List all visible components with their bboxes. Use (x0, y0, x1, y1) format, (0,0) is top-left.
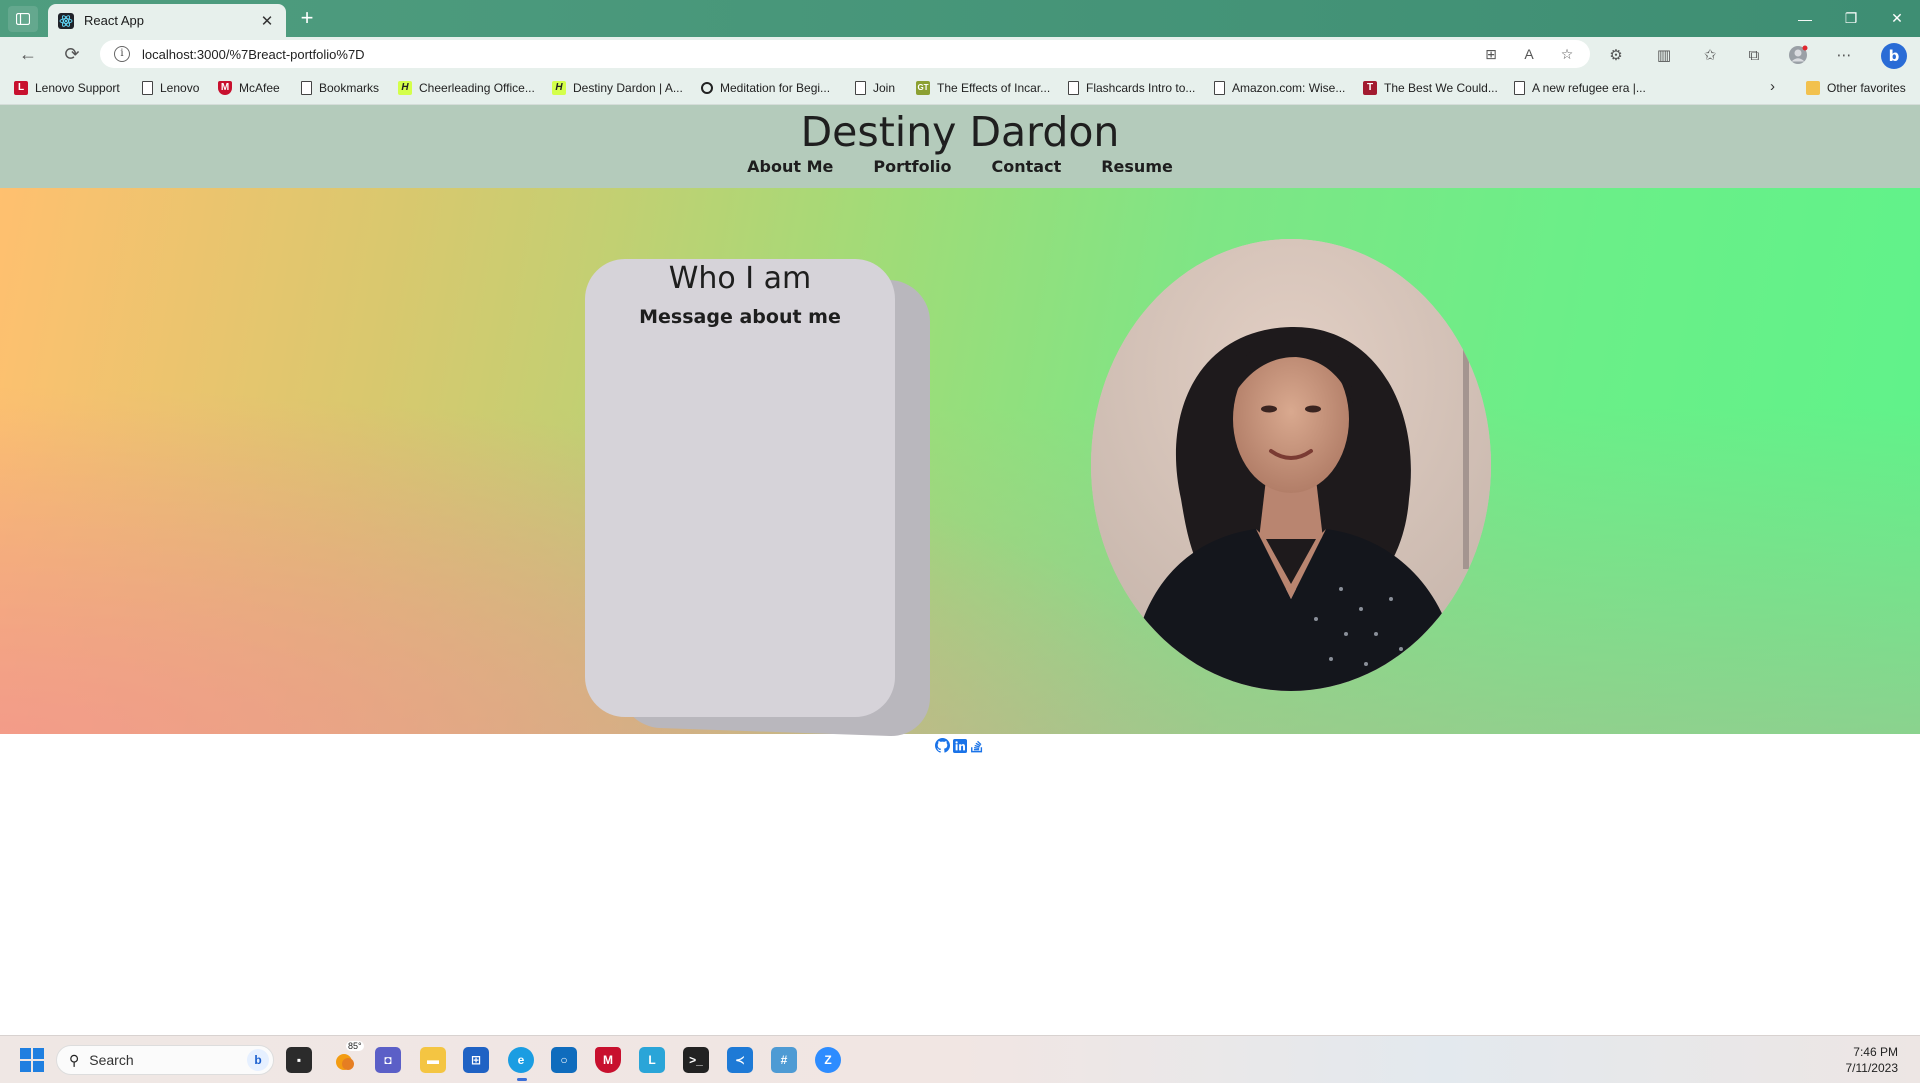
split-screen-icon[interactable]: ▥ (1654, 45, 1674, 65)
bookmark-bookmarks[interactable]: Bookmarks (301, 78, 379, 98)
terminal-icon[interactable]: >_ (683, 1047, 709, 1073)
task-view-icon[interactable]: ▪ (286, 1047, 312, 1073)
bookmark-lenovo[interactable]: Lenovo (142, 78, 199, 98)
nav-resume[interactable]: Resume (1101, 157, 1173, 176)
favorite-star-icon[interactable]: ☆ (1558, 45, 1576, 63)
card-message: Message about me (639, 306, 841, 328)
profile-avatar-icon[interactable] (1788, 45, 1808, 65)
url-text[interactable]: localhost:3000/%7Breact-portfolio%7D (142, 47, 365, 62)
bing-copilot-icon[interactable]: b (1880, 42, 1908, 70)
browser-toolbar: ← ⟳ i localhost:3000/%7Breact-portfolio%… (0, 37, 1920, 71)
bookmark-amazon[interactable]: Amazon.com: Wise... (1214, 78, 1345, 98)
page-icon (855, 81, 866, 95)
site-title: Destiny Dardon (800, 108, 1120, 156)
page-icon (1214, 81, 1225, 95)
mcafee-taskbar-icon[interactable]: M (595, 1047, 621, 1073)
slack-icon[interactable]: # (771, 1047, 797, 1073)
other-favorites[interactable]: Other favorites (1806, 78, 1906, 98)
file-explorer-icon[interactable]: ▬ (420, 1047, 446, 1073)
tab-actions-icon[interactable] (8, 6, 38, 32)
mcafee-shield-icon: M (218, 81, 232, 95)
restore-button[interactable]: ❐ (1828, 0, 1874, 37)
bookmark-best-we-could[interactable]: T The Best We Could... (1363, 78, 1498, 98)
page-icon (301, 81, 312, 95)
tab-close-icon[interactable]: ✕ (258, 12, 276, 30)
linkedin-icon[interactable] (952, 738, 967, 753)
page-icon (1514, 81, 1525, 95)
favorites-icon[interactable]: ✩ (1700, 45, 1720, 65)
search-icon: ⚲ (69, 1051, 80, 1068)
about-hero: Who I am Message about me (0, 188, 1920, 738)
weather-temp: 85° (346, 1041, 364, 1051)
more-options-icon[interactable]: ⋯ (1834, 45, 1854, 65)
site-header: Destiny Dardon About Me Portfolio Contac… (0, 105, 1920, 188)
browser-tab[interactable]: React App ✕ (48, 4, 286, 37)
close-window-button[interactable]: ✕ (1874, 0, 1920, 37)
card-title: Who I am (668, 261, 812, 296)
read-aloud-icon[interactable]: A (1520, 45, 1538, 63)
social-links (935, 738, 984, 753)
browser-title-bar: React App ✕ + — ❐ ✕ (0, 0, 1920, 37)
app-available-icon[interactable]: ⊞ (1482, 45, 1500, 63)
nav-contact[interactable]: Contact (992, 157, 1062, 176)
bookmark-destiny-dardon[interactable]: H Destiny Dardon | A... (552, 78, 683, 98)
bookmark-meditation[interactable]: Meditation for Begi... (701, 78, 830, 98)
minimize-button[interactable]: — (1782, 0, 1828, 37)
bookmark-refugee-era[interactable]: A new refugee era |... (1514, 78, 1646, 98)
bookmark-join[interactable]: Join (855, 78, 895, 98)
new-tab-button[interactable]: + (294, 6, 320, 32)
clock-date: 7/11/2023 (1845, 1061, 1899, 1075)
bookmark-effects-of-incar[interactable]: GT The Effects of Incar... (916, 78, 1050, 98)
address-bar[interactable]: i localhost:3000/%7Breact-portfolio%7D ⊞… (100, 40, 1590, 68)
github-icon[interactable] (935, 738, 950, 753)
extensions-icon[interactable]: ⚙ (1606, 45, 1626, 65)
more-bookmarks-chevron-icon[interactable]: › (1770, 78, 1775, 95)
windows-start-icon[interactable] (20, 1048, 44, 1072)
refresh-icon[interactable]: ⟳ (58, 42, 86, 66)
react-logo-icon (58, 12, 74, 29)
outlook-icon[interactable]: ○ (551, 1047, 577, 1073)
svg-text:b: b (1889, 47, 1900, 65)
darkred-icon: T (1363, 81, 1377, 95)
lime-h-icon: H (552, 81, 566, 95)
bookmark-flashcards[interactable]: Flashcards Intro to... (1068, 78, 1195, 98)
zoom-icon[interactable]: Z (815, 1047, 841, 1073)
bookmark-lenovo-support[interactable]: L Lenovo Support (14, 78, 120, 98)
system-clock[interactable]: 7:46 PM 7/11/2023 (1846, 1044, 1899, 1076)
lenovo-vantage-icon[interactable]: L (639, 1047, 665, 1073)
bookmark-cheerleading[interactable]: H Cheerleading Office... (398, 78, 535, 98)
site-info-icon[interactable]: i (114, 46, 130, 62)
gt-icon: GT (916, 81, 930, 95)
page-icon (142, 81, 153, 95)
edge-browser-icon[interactable]: e (508, 1047, 534, 1081)
clock-time: 7:46 PM (1853, 1045, 1898, 1059)
stackoverflow-icon[interactable] (969, 738, 984, 753)
bookmark-mcafee[interactable]: M McAfee (218, 78, 280, 98)
site-nav: About Me Portfolio Contact Resume (0, 157, 1920, 176)
profile-photo (1091, 239, 1491, 691)
bing-icon: b (247, 1049, 269, 1071)
nav-about-me[interactable]: About Me (747, 157, 833, 176)
microsoft-store-icon[interactable]: ⊞ (463, 1047, 489, 1073)
weather-widget[interactable]: 85° (332, 1041, 364, 1073)
search-placeholder: Search (89, 1052, 134, 1068)
vscode-icon[interactable]: ≺ (727, 1047, 753, 1073)
web-page: Destiny Dardon About Me Portfolio Contac… (0, 105, 1920, 1035)
windows-taskbar: ⚲ Search b ▪ 85° ◘ ▬ ⊞ e ○ M L >_ ≺ # Z … (0, 1035, 1920, 1083)
collections-icon[interactable]: ⧉ (1744, 45, 1764, 65)
page-icon (1068, 81, 1079, 95)
lenovo-red-icon: L (14, 81, 28, 95)
bookmarks-bar: L Lenovo Support Lenovo M McAfee Bookmarks… (0, 71, 1920, 105)
nav-portfolio[interactable]: Portfolio (873, 157, 951, 176)
teams-chat-icon[interactable]: ◘ (375, 1047, 401, 1073)
ring-icon (701, 82, 713, 94)
about-card: Who I am Message about me (585, 259, 895, 717)
lime-h-icon: H (398, 81, 412, 95)
taskbar-search[interactable]: ⚲ Search b (56, 1045, 274, 1075)
back-arrow-icon[interactable]: ← (14, 42, 42, 66)
folder-icon (1806, 81, 1820, 95)
tab-title: React App (84, 13, 144, 28)
